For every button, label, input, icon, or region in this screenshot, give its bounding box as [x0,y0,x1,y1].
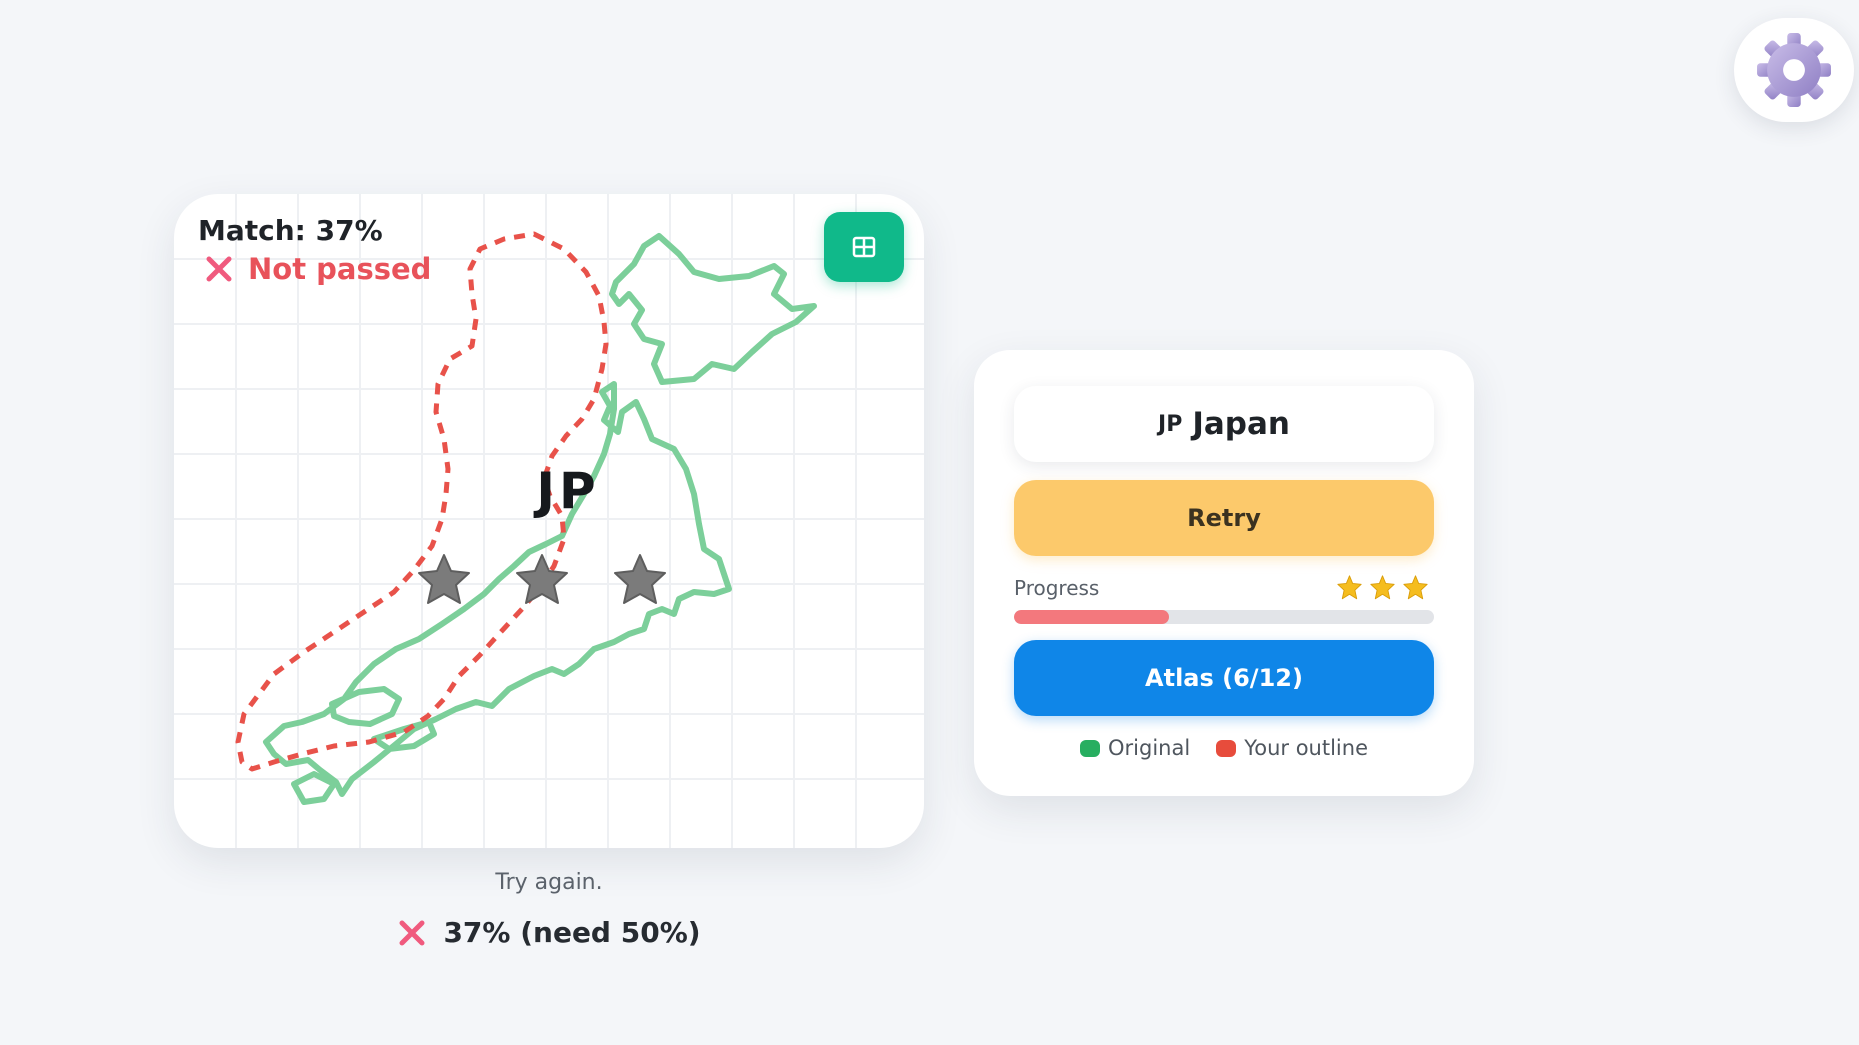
x-icon [399,920,425,945]
legend-item-your-outline: Your outline [1216,736,1368,760]
legend-swatch [1216,739,1237,757]
info-panel: JP Japan Retry Progress Atlas (6/12) Ori… [974,350,1474,796]
game-screen: Match: 37% Not passed JP Try again. 37% … [0,0,1859,1045]
star-icon [418,554,470,604]
progress-fill [1014,610,1170,624]
pass-status: Not passed [204,252,431,286]
result-text: 37% (need 50%) [443,916,701,949]
result-summary: 37% (need 50%) [174,916,924,949]
retry-button[interactable]: Retry [1014,480,1434,556]
x-icon [206,256,232,282]
star-icon [1337,575,1362,600]
progress-bar [1014,610,1434,624]
match-score: Match: 37% [198,214,383,247]
legend-item-original: Original [1080,736,1190,760]
legend-swatch [1080,739,1100,757]
star-icon [1370,575,1395,600]
star-icon [614,554,666,604]
progress-label: Progress [1014,576,1100,600]
legend: Original Your outline [1014,736,1434,760]
grid-icon [852,236,876,258]
legend-label: Original [1108,736,1191,760]
country-title: JP Japan [1014,386,1434,462]
country-name: Japan [1192,406,1290,442]
country-map[interactable] [174,194,924,848]
legend-label: Your outline [1244,736,1368,760]
country-code-label: JP [536,462,600,520]
settings-button[interactable] [1734,18,1854,122]
atlas-button[interactable]: Atlas (6/12) [1014,640,1434,716]
country-code: JP [1158,411,1183,437]
status-label: Not passed [248,252,432,286]
gear-icon [1757,33,1831,107]
feedback-message: Try again. [495,870,603,895]
star-rating [414,550,670,610]
map-card: Match: 37% Not passed JP [174,194,924,848]
star-icon [1403,575,1428,600]
grid-toggle-button[interactable] [824,212,904,282]
progress-stars [1336,574,1429,601]
star-icon [516,554,568,604]
